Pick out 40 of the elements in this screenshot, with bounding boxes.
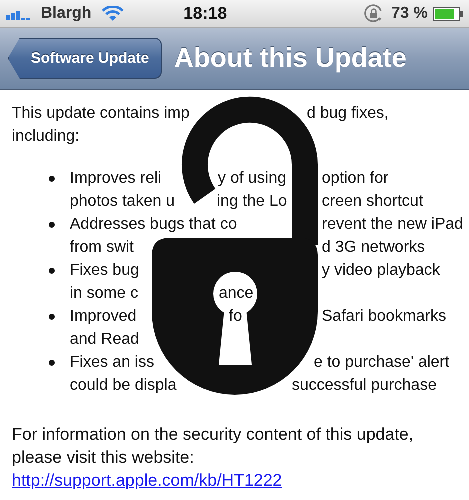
bullet-text: Improves reli: [70, 169, 162, 189]
bullet-text: y of using: [218, 169, 286, 189]
wifi-icon: [102, 6, 124, 22]
bullet-text: d 3G networks: [322, 238, 426, 258]
bullet-text: photos taken u: [70, 192, 175, 212]
bullet-icon: [49, 314, 55, 320]
bullet-icon: [49, 222, 55, 228]
battery-percent: 73 %: [392, 4, 428, 22]
bullet-text: option for: [322, 169, 389, 189]
bullet-text: y video playback: [322, 261, 440, 281]
bullet-text: fo: [229, 307, 242, 327]
bullet-text: Fixes bug: [70, 261, 140, 281]
bullet-text: ing the Lo: [217, 192, 288, 212]
bullet-text: Safari bookmarks: [322, 307, 446, 327]
status-time: 18:18: [184, 4, 228, 24]
bullet-text: e to purchase' alert: [314, 353, 450, 373]
security-info-text: For information on the security content of this update, please visit this website:: [12, 424, 415, 469]
bullet-text: revent the new iPad: [322, 215, 464, 235]
body-text: d bug fixes,: [307, 104, 389, 124]
bullet-text: could be displa: [70, 376, 177, 396]
battery-icon: [433, 6, 463, 20]
back-button[interactable]: Software Update: [8, 38, 162, 79]
carrier-name: Blargh: [41, 4, 92, 22]
bullet-icon: [49, 268, 55, 274]
bullet-text: Fixes an iss: [70, 353, 154, 373]
bullet-icon: [49, 360, 55, 366]
bullet-text: Addresses bugs that co: [70, 215, 238, 235]
bullet-text: successful purchase: [292, 376, 437, 396]
bullet-text: Improved: [70, 307, 137, 327]
bullet-text: and Read: [70, 330, 140, 350]
bullet-text: in some c: [70, 284, 138, 304]
bullet-icon: [49, 176, 55, 182]
page-title: About this Update: [174, 43, 407, 74]
bullet-text: ance: [219, 284, 254, 304]
body-text: This update contains imp: [12, 104, 190, 124]
body-text: including:: [12, 127, 80, 147]
support-link[interactable]: http://support.apple.com/kb/HT1222: [12, 469, 282, 492]
bullet-text: from swit: [70, 238, 134, 258]
bullet-text: creen shortcut: [322, 192, 424, 212]
rotation-lock-icon: [364, 4, 384, 24]
